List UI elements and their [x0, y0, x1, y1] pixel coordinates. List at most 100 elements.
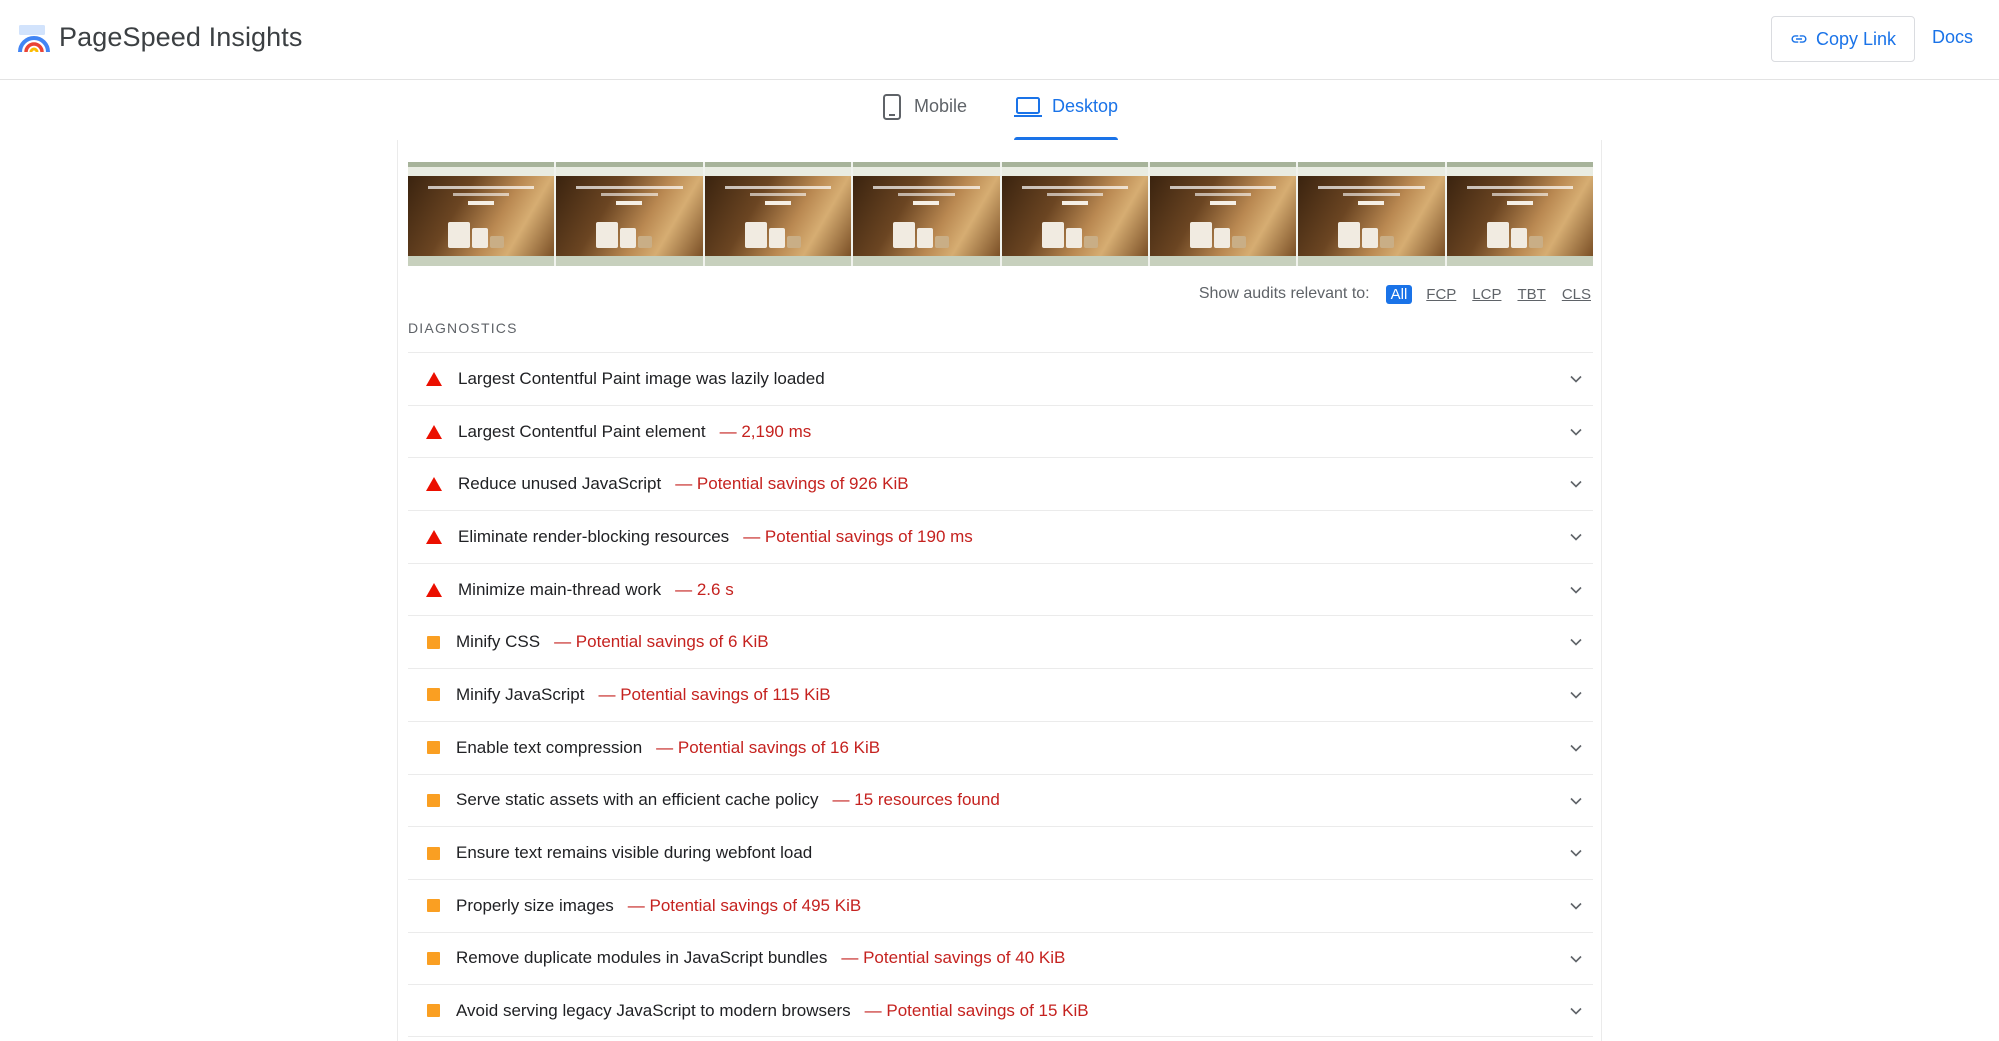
- copy-link-button[interactable]: Copy Link: [1771, 16, 1915, 62]
- audit-title: Minify JavaScript: [456, 684, 585, 704]
- audit-title: Largest Contentful Paint image was lazil…: [458, 368, 825, 388]
- frame-candle: [1362, 228, 1379, 248]
- chevron-down-icon[interactable]: [1569, 530, 1583, 544]
- frame-hero-text: [1343, 193, 1400, 196]
- audit-row[interactable]: Reduce unused JavaScript — Potential savi…: [408, 457, 1593, 510]
- docs-link[interactable]: Docs: [1932, 27, 1973, 48]
- chevron-down-icon[interactable]: [1569, 1004, 1583, 1018]
- audit-title: Ensure text remains visible during webfo…: [456, 843, 813, 863]
- frame-hero-text: [1169, 186, 1277, 189]
- tab-desktop[interactable]: Desktop: [1014, 96, 1119, 140]
- chevron-down-icon[interactable]: [1569, 425, 1583, 439]
- filter-chip-lcp[interactable]: LCP: [1470, 285, 1503, 304]
- chevron-down-icon[interactable]: [1569, 477, 1583, 491]
- audit-row[interactable]: Eliminate render-blocking resources — Pot…: [408, 510, 1593, 563]
- audit-title: Eliminate render-blocking resources: [458, 526, 730, 546]
- fail-triangle-icon: [426, 424, 442, 439]
- pagespeed-logo-icon: [18, 25, 50, 53]
- audit-row[interactable]: Serve static assets with an efficient ca…: [408, 773, 1593, 827]
- audit-row[interactable]: Enable text compression — Potential savin…: [408, 720, 1593, 774]
- frame-candle: [596, 222, 619, 248]
- filmstrip-frame: [1446, 162, 1593, 266]
- frame-hero-text: [724, 186, 832, 189]
- frame-candle: [917, 228, 934, 248]
- audit-value: — Potential savings of 190 ms: [743, 526, 973, 546]
- frame-hero-image: [408, 176, 555, 256]
- chevron-down-icon[interactable]: [1569, 635, 1583, 649]
- average-square-icon: [427, 951, 440, 965]
- fail-triangle-icon: [426, 477, 442, 492]
- audit-title: Minify CSS: [456, 632, 541, 652]
- frame-hero-text: [576, 186, 683, 189]
- frame-hero-text: [453, 193, 510, 196]
- audit-value: — Potential savings of 115 KiB: [598, 684, 831, 704]
- frame-hero-image: [704, 176, 852, 256]
- frame-candle: [893, 222, 916, 248]
- frame-hero-text: [1466, 186, 1573, 189]
- audit-row[interactable]: Minimize main-thread work — 2.6 s: [408, 562, 1593, 616]
- audit-value: — Potential savings of 6 KiB: [554, 632, 769, 652]
- tab-desktop-label: Desktop: [1052, 96, 1119, 116]
- frame-hero-button: [1506, 201, 1533, 205]
- frame-hero-text: [1194, 193, 1252, 196]
- filmstrip: [408, 162, 1593, 266]
- frame-hero-button: [913, 201, 940, 205]
- audit-row[interactable]: Properly size images — Potential savings …: [408, 878, 1593, 932]
- average-square-icon: [427, 741, 440, 755]
- frame-footer: [1298, 256, 1445, 266]
- audit-row[interactable]: Largest Contentful Paint element — 2,190 …: [408, 404, 1593, 458]
- chevron-down-icon[interactable]: [1569, 372, 1583, 386]
- average-square-icon: [427, 635, 440, 649]
- filmstrip-frame: [408, 162, 557, 266]
- filter-chip-tbt[interactable]: TBT: [1515, 285, 1547, 304]
- chevron-down-icon[interactable]: [1569, 846, 1583, 860]
- chevron-down-icon[interactable]: [1569, 741, 1583, 755]
- frame-hero-text: [1046, 193, 1103, 196]
- frame-candle: [448, 222, 470, 248]
- tab-mobile[interactable]: Mobile: [880, 94, 967, 140]
- filmstrip-frame: [1298, 162, 1447, 266]
- audit-row[interactable]: Remove duplicate modules in JavaScript b…: [408, 931, 1593, 985]
- frame-footer: [1001, 256, 1148, 266]
- frame-candle: [620, 228, 637, 248]
- report-panel: Show audits relevant to: All FCP LCP TBT…: [397, 140, 1602, 1041]
- audit-row[interactable]: Avoid serving legacy JavaScript to moder…: [408, 984, 1593, 1037]
- frame-hero-button: [1358, 201, 1385, 205]
- chevron-down-icon[interactable]: [1569, 583, 1583, 597]
- chevron-down-icon[interactable]: [1569, 688, 1583, 702]
- frame-hero-image: [1298, 176, 1445, 256]
- audit-value: — Potential savings of 40 KiB: [841, 948, 1066, 968]
- audit-row[interactable]: Largest Contentful Paint image was lazil…: [408, 352, 1593, 405]
- audit-title: Enable text compression: [456, 737, 643, 757]
- frame-hero-button: [764, 201, 791, 205]
- frame-candle: [1510, 228, 1527, 248]
- audit-title: Serve static assets with an efficient ca…: [456, 790, 819, 810]
- chevron-down-icon[interactable]: [1569, 899, 1583, 913]
- frame-candle: [1528, 236, 1543, 248]
- chevron-down-icon[interactable]: [1569, 952, 1583, 966]
- frame-footer: [556, 256, 703, 266]
- chevron-down-icon[interactable]: [1569, 794, 1583, 808]
- filter-chip-cls[interactable]: CLS: [1560, 285, 1593, 304]
- average-square-icon: [427, 899, 440, 913]
- audit-title: Reduce unused JavaScript: [458, 474, 662, 494]
- frame-footer: [1149, 256, 1297, 266]
- audit-row[interactable]: Ensure text remains visible during webfo…: [408, 826, 1593, 879]
- frame-hero-image: [1446, 176, 1593, 256]
- top-bar: PageSpeed Insights Copy Link Docs: [0, 0, 1999, 80]
- fail-triangle-icon: [426, 371, 442, 386]
- audit-list: Largest Contentful Paint image was lazil…: [408, 352, 1593, 1037]
- frame-hero-text: [601, 193, 658, 196]
- audit-row[interactable]: Minify JavaScript — Potential savings of …: [408, 668, 1593, 721]
- frame-candle: [768, 228, 785, 248]
- audit-title: Properly size images: [456, 895, 614, 915]
- frame-candle: [1231, 236, 1246, 248]
- link-icon: [1791, 35, 1807, 43]
- frame-candle: [786, 236, 801, 248]
- frame-hero-text: [898, 193, 955, 196]
- audit-row[interactable]: Minify CSS — Potential savings of 6 KiB: [408, 615, 1593, 668]
- frame-hero-button: [468, 201, 494, 205]
- filter-chip-all[interactable]: All: [1385, 284, 1413, 304]
- frame-footer: [1446, 256, 1593, 266]
- filter-chip-fcp[interactable]: FCP: [1424, 285, 1458, 304]
